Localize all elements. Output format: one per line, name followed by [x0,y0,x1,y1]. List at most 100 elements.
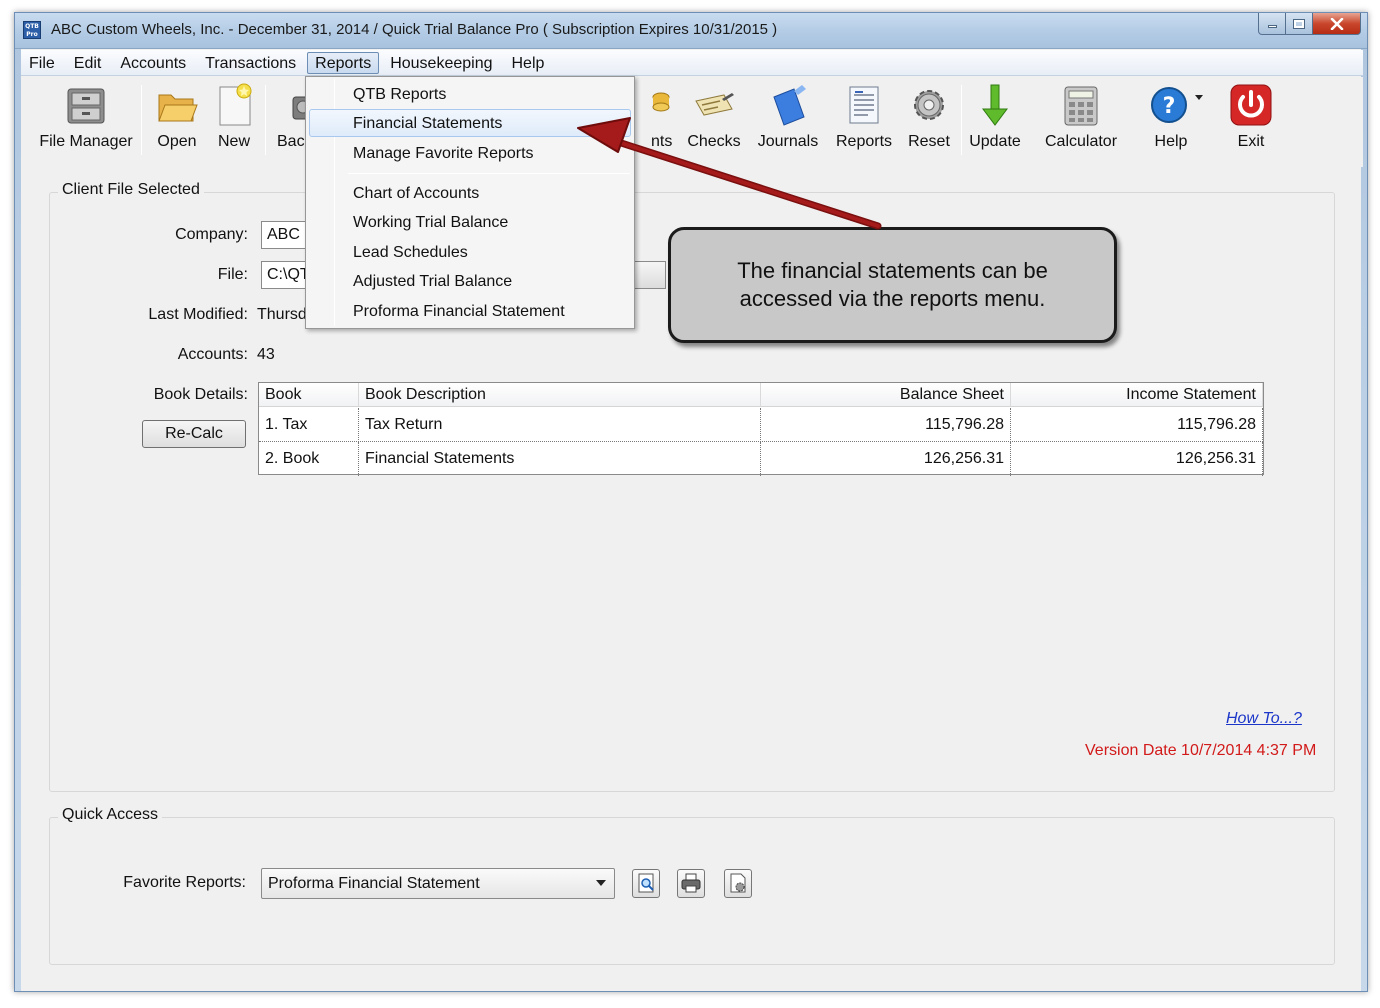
client-file-group-title: Client File Selected [58,181,204,199]
menu-item-financial-statements[interactable]: Financial Statements [309,109,631,137]
cell-income-statement: 115,796.28 [1011,408,1263,442]
export-report-button[interactable] [724,869,752,898]
window-controls [1258,13,1361,35]
menu-bar: File Edit Accounts Transactions Reports … [21,50,1363,76]
file-label: File: [217,266,248,283]
reports-button[interactable]: Reports [829,83,899,151]
table-row[interactable]: 2. Book Financial Statements 126,256.31 … [259,442,1263,476]
window-title: ABC Custom Wheels, Inc. - December 31, 2… [51,21,778,38]
column-header-balance-sheet[interactable]: Balance Sheet [761,383,1011,407]
menu-item-working-trial-balance[interactable]: Working Trial Balance [309,208,631,236]
toolbar-separator [961,85,962,155]
book-details-label: Book Details: [153,386,248,403]
menu-item-manage-favorite-reports[interactable]: Manage Favorite Reports [309,139,631,167]
new-button[interactable]: New [211,83,257,151]
recalc-button[interactable]: Re-Calc [142,420,246,448]
favorite-reports-select[interactable]: Proforma Financial Statement [261,868,615,899]
reset-button[interactable]: Reset [899,83,959,151]
toolbar-separator [265,85,266,155]
close-button[interactable] [1313,13,1361,35]
annotation-callout: The financial statements can be accessed… [668,227,1117,343]
cell-balance-sheet: 126,256.31 [761,442,1011,476]
accounts-count: 43 [257,346,275,363]
favorite-reports-value: Proforma Financial Statement [268,875,480,892]
last-modified-value: Thursd [257,306,307,323]
accounts-label: Accounts: [177,346,248,363]
power-icon [1229,83,1273,127]
minimize-icon [1267,25,1277,28]
calculator-label: Calculator [1044,133,1118,150]
menu-reports[interactable]: Reports [307,51,380,74]
print-report-button[interactable] [677,869,705,898]
new-label: New [217,133,250,150]
maximize-button[interactable] [1286,13,1313,35]
annotation-text: The financial statements can be accessed… [737,258,1048,311]
svg-text:?: ? [1163,94,1176,119]
check-paper-icon [692,83,736,127]
printer-icon [681,873,701,893]
minimize-button[interactable] [1258,13,1286,35]
cell-description: Financial Statements [359,442,761,476]
table-row[interactable]: 1. Tax Tax Return 115,796.28 115,796.28 [259,408,1263,442]
cell-income-statement: 126,256.31 [1011,442,1263,476]
download-arrow-icon [973,83,1017,127]
file-manager-button[interactable]: File Manager [33,83,139,151]
help-button[interactable]: ? Help [1133,83,1209,151]
open-button[interactable]: Open [149,83,205,151]
exit-label: Exit [1237,133,1265,150]
journals-label: Journals [757,133,819,150]
menu-edit[interactable]: Edit [66,52,110,74]
menu-file[interactable]: File [21,52,63,74]
menu-item-chart-of-accounts[interactable]: Chart of Accounts [309,179,631,207]
quick-access-group-title: Quick Access [58,806,163,824]
column-header-book-description[interactable]: Book Description [359,383,761,407]
menu-transactions[interactable]: Transactions [197,52,304,74]
coins-icon [639,83,679,127]
menu-item-proforma-financial-statement[interactable]: Proforma Financial Statement [309,297,631,325]
title-bar[interactable]: QTB Pro ABC Custom Wheels, Inc. - Decembe… [15,13,1367,49]
gear-icon [907,83,951,127]
help-label: Help [1154,133,1188,150]
new-document-icon [212,83,256,127]
app-logo-icon: QTB Pro [23,21,41,39]
menu-housekeeping[interactable]: Housekeeping [382,52,500,74]
maximize-icon [1293,18,1305,29]
cell-book: 1. Tax [259,408,359,442]
table-header: Book Book Description Balance Sheet Inco… [259,383,1263,407]
journals-button[interactable]: Journals [751,83,825,151]
company-label: Company: [175,226,248,243]
calculator-icon [1059,83,1103,127]
column-header-book[interactable]: Book [259,383,359,407]
journal-book-icon [766,83,810,127]
menu-item-lead-schedules[interactable]: Lead Schedules [309,238,631,266]
version-date: Version Date 10/7/2014 4:37 PM [1085,742,1317,759]
checks-button[interactable]: Checks [681,83,747,151]
cell-description: Tax Return [359,408,761,442]
favorite-reports-label: Favorite Reports: [123,874,246,891]
menu-separator [348,173,630,174]
preview-magnifier-icon [638,873,654,893]
calculator-button[interactable]: Calculator [1033,83,1129,151]
reports-label: Reports [835,133,893,150]
menu-help[interactable]: Help [504,52,553,74]
menu-item-adjusted-trial-balance[interactable]: Adjusted Trial Balance [309,267,631,295]
folder-open-icon [155,83,199,127]
checks-label: Checks [687,133,741,150]
toolbar-separator [141,85,142,155]
preview-report-button[interactable] [632,869,660,898]
reset-label: Reset [908,133,950,150]
column-header-income-statement[interactable]: Income Statement [1011,383,1263,407]
file-manager-label: File Manager [39,133,133,150]
open-label: Open [157,133,197,150]
file-cabinet-icon [64,83,108,127]
how-to-link[interactable]: How To...? [1226,710,1302,728]
menu-item-qtb-reports[interactable]: QTB Reports [309,80,631,108]
cell-balance-sheet: 115,796.28 [761,408,1011,442]
update-button[interactable]: Update [965,83,1025,151]
exit-button[interactable]: Exit [1221,83,1281,151]
chevron-down-icon [596,880,606,886]
book-details-table: Book Book Description Balance Sheet Inco… [258,382,1264,476]
menu-accounts[interactable]: Accounts [112,52,194,74]
toolbar: File Manager Open New Bacl nts Checks Jo… [21,77,1363,167]
document-settings-icon [730,873,746,893]
